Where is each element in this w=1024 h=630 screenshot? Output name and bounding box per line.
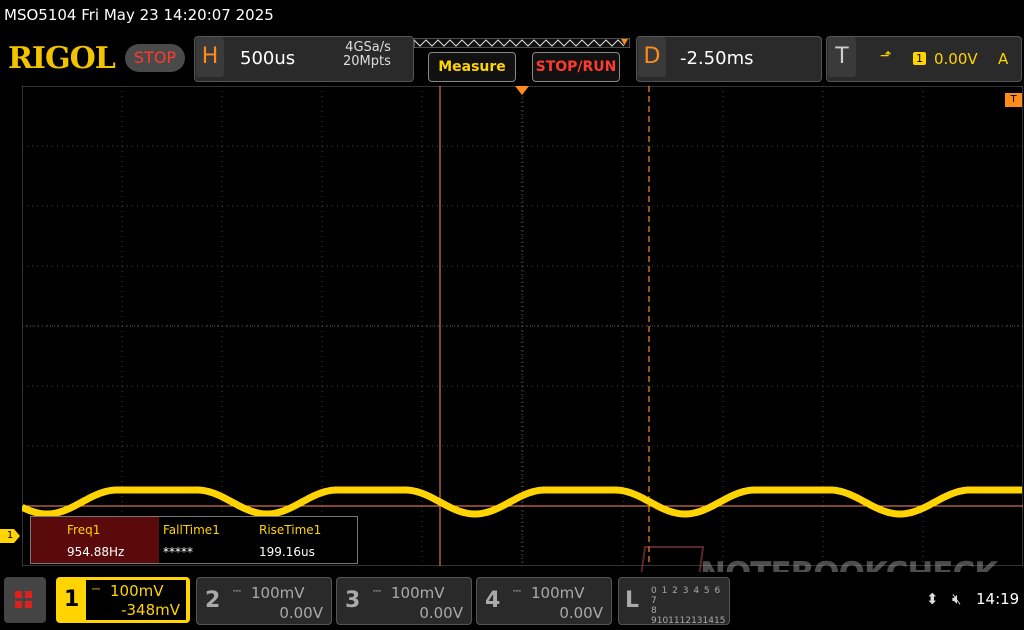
run-status-badge[interactable]: STOP	[125, 44, 185, 72]
channel-offset: 0.00V	[279, 604, 323, 622]
channel-scale: 100mV	[251, 584, 305, 602]
measurement-value: 199.16us	[259, 545, 315, 559]
channel-number: 1	[64, 587, 80, 612]
channel-number: 2	[205, 588, 221, 613]
sample-rate: 4GSa/s	[345, 40, 391, 55]
channel4-button[interactable]: 4 ⎓ 100mV 0.00V	[476, 577, 612, 625]
channel1-offset-marker[interactable]: 1	[0, 529, 20, 543]
trigger-level: 0.00V	[934, 50, 978, 68]
channel-offset: -348mV	[121, 601, 180, 619]
dc-coupling-icon: ⎓	[513, 586, 521, 597]
measurement-value: *****	[163, 545, 193, 559]
delay-value: -2.50ms	[680, 48, 754, 69]
dc-coupling-icon: ⎓	[373, 586, 381, 597]
measurement-item[interactable]: RiseTime1 199.16us	[257, 517, 357, 563]
acquisition-info: 4GSa/s 20Mpts	[343, 41, 391, 69]
trigger-position-marker[interactable]: T	[1005, 93, 1022, 107]
bottom-toolbar: 1 ⎓ 100mV -348mV 2 ⎓ 100mV 0.00V 3 ⎓ 100…	[0, 572, 1024, 630]
measurement-panel[interactable]: Freq1 954.88Hz FallTime1 ***** RiseTime1…	[30, 516, 358, 564]
channel-number: 3	[345, 588, 361, 613]
waveform-graticule[interactable]	[22, 86, 1023, 566]
measurement-label: FallTime1	[163, 523, 220, 537]
device-datetime: MSO5104 Fri May 23 14:20:07 2025	[4, 6, 274, 24]
channel-number: 4	[485, 588, 501, 613]
measure-button[interactable]: Measure	[428, 52, 516, 82]
delay-label: D	[638, 37, 666, 77]
trigger-label: T	[828, 37, 856, 77]
channel1-button[interactable]: 1 ⎓ 100mV -348mV	[56, 577, 190, 623]
dc-coupling-icon: ⎓	[92, 584, 100, 595]
channel-offset: 0.00V	[559, 604, 603, 622]
memory-overview-strip	[414, 38, 630, 48]
channel-scale: 100mV	[391, 584, 445, 602]
horizontal-position-marker[interactable]	[515, 86, 529, 95]
timebase-value: 500us	[240, 48, 296, 69]
channel1-settings: ⎓ 100mV -348mV	[86, 580, 186, 620]
logic-channels-low: 0 1 2 3 4 5 6 7	[651, 586, 722, 606]
horizontal-label: H	[196, 37, 224, 77]
logic-analyzer-button[interactable]: L 0 1 2 3 4 5 6 7 8 9101112131415	[618, 577, 730, 626]
usb-icon: ⬍	[926, 590, 939, 608]
channel-scale: 100mV	[110, 582, 164, 600]
measurement-value: 954.88Hz	[67, 545, 125, 559]
system-clock: 14:19	[976, 590, 1020, 608]
channel2-button[interactable]: 2 ⎓ 100mV 0.00V	[196, 577, 332, 625]
top-toolbar: RIGOL STOP H 500us 4GSa/s 20Mpts Measure…	[0, 32, 1024, 84]
measurement-label: Freq1	[67, 523, 101, 537]
measurement-label: RiseTime1	[259, 523, 322, 537]
channel-offset: 0.00V	[419, 604, 463, 622]
channel-scale: 100mV	[531, 584, 585, 602]
main-menu-button[interactable]	[4, 577, 46, 623]
stop-run-button[interactable]: STOP/RUN	[532, 52, 620, 82]
title-bar: MSO5104 Fri May 23 14:20:07 2025	[0, 0, 1024, 32]
rigol-logo: RIGOL	[8, 41, 116, 76]
speaker-muted-icon[interactable]: 🔇︎	[952, 590, 961, 608]
rising-edge-icon: ⬏	[880, 48, 892, 64]
trigger-mode: A	[998, 50, 1009, 68]
logic-channels-high: 8 9101112131415	[651, 606, 726, 626]
trigger-source-badge: 1	[913, 52, 926, 65]
dc-coupling-icon: ⎓	[233, 586, 241, 597]
measurement-item[interactable]: Freq1 954.88Hz	[31, 517, 159, 563]
memory-depth: 20Mpts	[343, 54, 391, 69]
logic-label: L	[625, 588, 640, 613]
measurement-item[interactable]: FallTime1 *****	[159, 517, 257, 563]
channel3-button[interactable]: 3 ⎓ 100mV 0.00V	[336, 577, 472, 625]
